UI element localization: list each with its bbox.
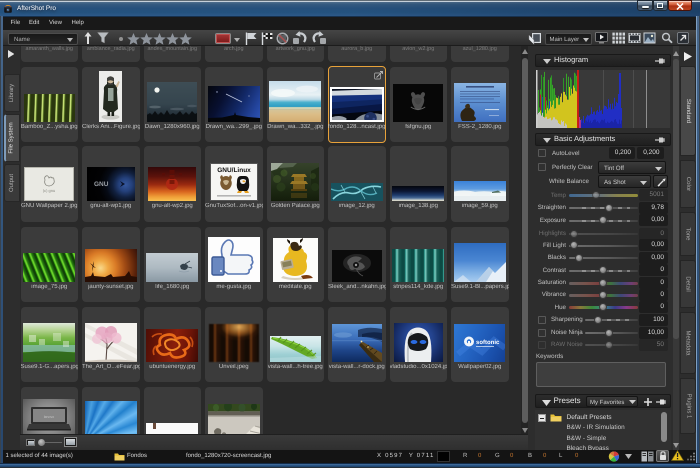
svg-text:lenovo: lenovo bbox=[44, 415, 54, 419]
svg-text:(c) gnu: (c) gnu bbox=[43, 188, 55, 193]
svg-text:GNU/Linux: GNU/Linux bbox=[217, 167, 251, 174]
svg-text:GNU: GNU bbox=[94, 181, 109, 188]
svg-text:softonic: softonic bbox=[476, 339, 500, 346]
